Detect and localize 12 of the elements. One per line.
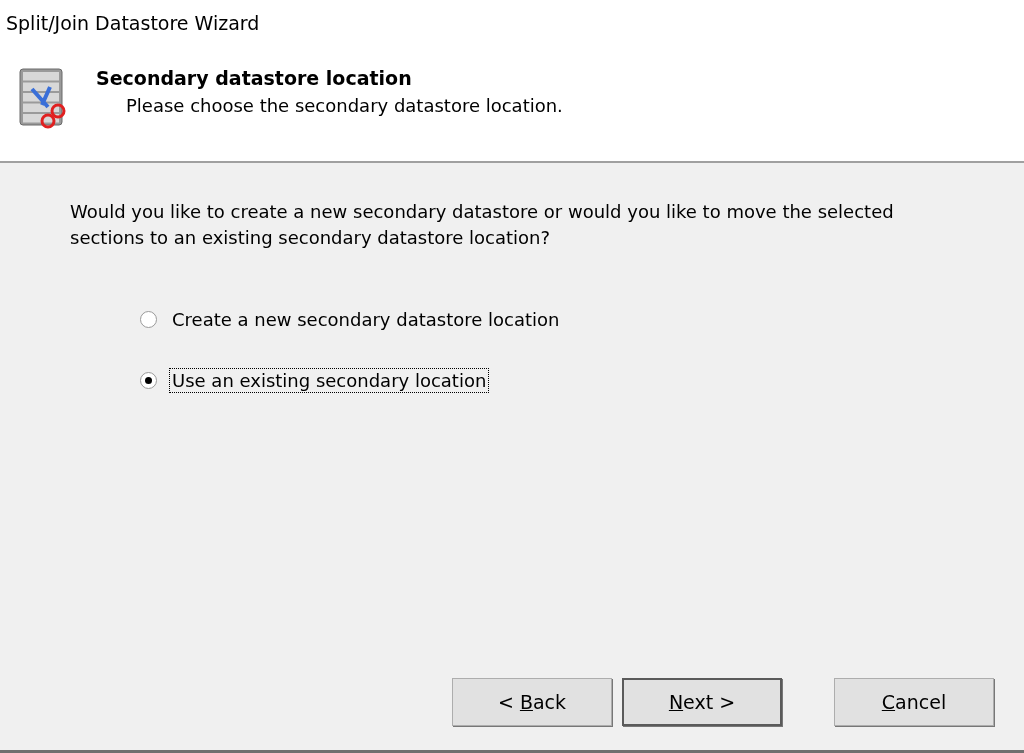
wizard-button[interactable]: < Back [452, 678, 612, 726]
radio-button[interactable] [140, 311, 157, 328]
radio-label[interactable]: Create a new secondary datastore location [169, 307, 563, 332]
datastore-scissors-icon [18, 67, 68, 129]
radio-label[interactable]: Use an existing secondary location [169, 368, 490, 393]
radio-button[interactable] [140, 372, 157, 389]
question-text: Would you like to create a new secondary datastore or would you like to move the selected sections to an existing secondary datastore location? [70, 200, 895, 250]
wizard-button[interactable]: Cancel [834, 678, 994, 726]
wizard-button[interactable]: Next > [622, 678, 782, 726]
page-subtitle: Please choose the secondary datastore location. [125, 95, 563, 116]
page-title: Secondary datastore location [96, 67, 413, 89]
window-title: Split/Join Datastore Wizard [6, 11, 260, 34]
